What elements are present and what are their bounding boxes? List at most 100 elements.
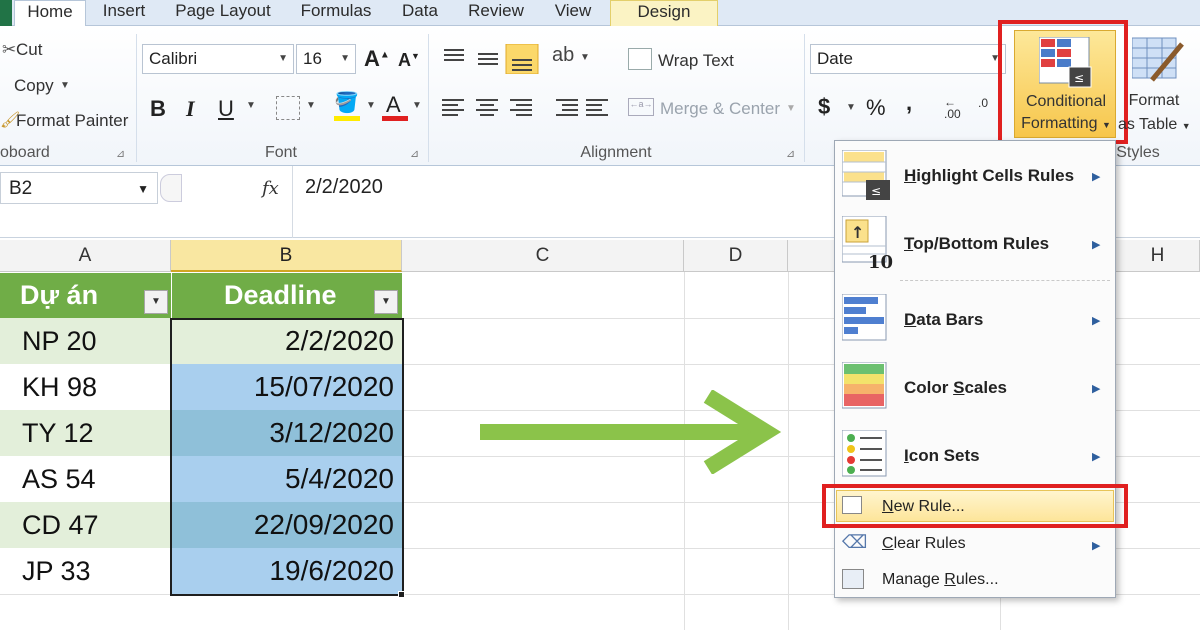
menu-label: Manage Rules... [882, 571, 999, 589]
orientation-icon[interactable]: ab [552, 44, 574, 67]
chevron-down-icon[interactable]: ▼ [366, 100, 376, 111]
table-cell-a[interactable]: JP 33 [0, 548, 171, 594]
format-painter-button[interactable]: 🖌 Format Painter [0, 110, 132, 132]
dialog-launcher-icon[interactable]: ⊿ [116, 147, 125, 160]
column-header-d[interactable]: D [684, 240, 788, 272]
data-bars-icon [842, 294, 887, 341]
font-size-select[interactable]: 16 ▼ [296, 44, 356, 74]
chevron-down-icon[interactable]: ▼ [412, 100, 422, 111]
dialog-launcher-icon[interactable]: ⊿ [410, 147, 419, 160]
name-box[interactable]: B2 ▼ [0, 172, 158, 204]
format-as-table-label-2: as Table ▼ [1118, 116, 1191, 134]
formula-input[interactable]: 2/2/2020 [305, 176, 383, 199]
dialog-launcher-icon[interactable]: ⊿ [786, 147, 795, 160]
table-cell-a[interactable]: AS 54 [0, 456, 171, 502]
font-name-select[interactable]: Calibri ▼ [142, 44, 294, 74]
menu-item-manage-rules[interactable]: Manage Rules... [834, 564, 1116, 596]
increase-decimal-button[interactable]: ← .00 [944, 96, 961, 120]
shrink-font-button[interactable]: A▼ [398, 50, 420, 71]
merge-center-button[interactable]: Merge & Center [660, 99, 780, 119]
italic-button[interactable]: I [186, 96, 195, 122]
color-scales-icon [842, 362, 887, 409]
format-as-table-button[interactable]: Format as Table ▼ [1118, 36, 1200, 144]
tab-review[interactable]: Review [458, 0, 534, 26]
menu-label-hotkey: T [904, 234, 914, 253]
menu-label: Icon Sets [904, 446, 980, 466]
menu-label-hotkey: C [882, 535, 894, 552]
fill-color-icon[interactable]: 🪣 [334, 90, 359, 115]
table-cell-a[interactable]: KH 98 [0, 364, 171, 410]
underline-button[interactable]: U [218, 96, 234, 122]
chevron-down-icon[interactable]: ▼ [246, 100, 256, 111]
table-cell-a[interactable]: TY 12 [0, 410, 171, 456]
tab-page-layout[interactable]: Page Layout [166, 0, 280, 26]
tab-insert[interactable]: Insert [92, 0, 156, 26]
top-bottom-icon: ↑ 10 [842, 216, 893, 272]
chevron-down-icon[interactable]: ▼ [580, 52, 590, 63]
chevron-down-icon: ▼ [137, 182, 149, 196]
submenu-arrow-icon: ▶ [1092, 239, 1101, 251]
column-header-h[interactable]: H [1116, 240, 1200, 272]
grow-font-label: A [364, 46, 380, 71]
decrease-decimal-button[interactable]: .0 [978, 96, 988, 110]
wrap-text-button[interactable]: Wrap Text [658, 51, 734, 71]
highlight-box-new-rule [822, 484, 1128, 528]
table-header-deadline[interactable]: Deadline [171, 273, 402, 318]
fill-handle[interactable] [398, 591, 405, 598]
group-divider [136, 34, 137, 162]
svg-text:≤: ≤ [871, 184, 881, 198]
gridline [788, 272, 789, 630]
number-format-select[interactable]: Date ▼ [810, 44, 1006, 74]
grow-font-button[interactable]: A▲ [364, 46, 390, 72]
percent-button[interactable]: % [866, 95, 886, 121]
menu-item-color-scales[interactable]: Color Scales ▶ [834, 358, 1116, 418]
table-cell-a[interactable]: NP 20 [0, 318, 171, 364]
menu-item-data-bars[interactable]: Data Bars ▶ [834, 290, 1116, 350]
filter-dropdown-icon[interactable]: ▼ [144, 290, 168, 314]
chevron-down-icon: ▼ [60, 80, 70, 91]
vertical-align-icons[interactable] [440, 44, 540, 74]
borders-icon[interactable] [276, 96, 300, 120]
insert-function-button[interactable]: fx [262, 178, 279, 199]
currency-button[interactable]: $ [818, 94, 830, 120]
menu-item-clear-rules[interactable]: ⌫ Clear Rules ▶ [834, 528, 1116, 560]
submenu-arrow-icon: ▶ [1092, 171, 1101, 183]
tab-formulas[interactable]: Formulas [290, 0, 382, 26]
font-color-button[interactable]: A [386, 92, 401, 118]
chevron-down-icon: ▼ [340, 53, 350, 64]
font-color-swatch [382, 116, 408, 121]
menu-label: Top/Bottom Rules [904, 234, 1049, 254]
chevron-down-icon[interactable]: ▼ [846, 102, 856, 113]
tab-view[interactable]: View [544, 0, 602, 26]
menu-label: Data Bars [904, 310, 983, 330]
menu-item-highlight-cells-rules[interactable]: ≤ Highlight Cells Rules ▶ [834, 146, 1116, 206]
column-header-b[interactable]: B [171, 240, 402, 272]
scissors-icon: ✂ [2, 40, 17, 59]
format-as-table-icon [1132, 37, 1184, 82]
font-name-value: Calibri [149, 49, 198, 68]
table-cell-a[interactable]: CD 47 [0, 502, 171, 548]
comma-button[interactable]: , [906, 90, 912, 116]
menu-label: Clear Rules [882, 535, 966, 553]
column-header-a[interactable]: A [0, 240, 171, 272]
formula-bar-splitter[interactable] [160, 174, 182, 202]
tab-home[interactable]: Home [14, 0, 86, 27]
menu-item-icon-sets[interactable]: Icon Sets ▶ [834, 426, 1116, 486]
clipboard-group-label: oboard [0, 144, 50, 161]
tab-design[interactable]: Design [610, 0, 718, 26]
filter-dropdown-icon[interactable]: ▼ [374, 290, 398, 314]
chevron-down-icon[interactable]: ▼ [306, 100, 316, 111]
menu-item-top-bottom-rules[interactable]: ↑ 10 Top/Bottom Rules ▶ [834, 212, 1116, 276]
submenu-arrow-icon: ▶ [1092, 451, 1101, 463]
bold-button[interactable]: B [150, 96, 166, 122]
horizontal-align-icons[interactable] [440, 96, 612, 120]
green-arrow-annotation [480, 390, 782, 474]
chevron-down-icon[interactable]: ▼ [786, 103, 796, 114]
tab-data[interactable]: Data [394, 0, 446, 26]
file-tab-edge[interactable] [0, 0, 12, 26]
merge-center-icon: ←a→ [628, 98, 654, 116]
shrink-font-label: A [398, 50, 411, 70]
column-header-c[interactable]: C [402, 240, 684, 272]
group-divider [428, 34, 429, 162]
cut-label: Cut [16, 40, 43, 59]
